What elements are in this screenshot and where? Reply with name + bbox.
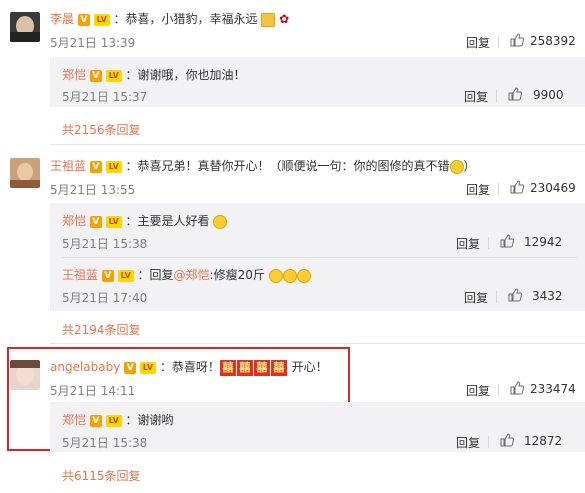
reply-author[interactable]: 郑恺: [62, 214, 86, 228]
reply-text: ：主要是人好看: [125, 214, 210, 228]
reply-author[interactable]: 王祖蓝: [62, 268, 98, 282]
reply-author[interactable]: 郑恺: [62, 68, 86, 82]
rose-icon: ✿: [279, 12, 290, 26]
like-count: 230469: [530, 181, 576, 195]
emoji-icon: [268, 268, 283, 283]
divider: [488, 436, 489, 448]
verified-badge-icon: V: [89, 69, 102, 82]
reply-time: 5月21日 15:38: [62, 237, 148, 251]
like-count: 12872: [524, 434, 563, 448]
reply-text-prefix: ：回复: [137, 268, 174, 282]
verified-badge-icon: V: [124, 361, 137, 374]
like-count: 3432: [532, 289, 563, 303]
reply-text: :修瘦20斤: [209, 268, 265, 282]
comment-text-end: ）: [463, 159, 476, 173]
avatar[interactable]: [10, 360, 40, 390]
thumb-up-icon[interactable]: [510, 381, 524, 395]
more-replies-link[interactable]: 共2156条回复: [62, 121, 141, 138]
comment-2-header: 王祖蓝 V LV ：恭喜兄弟！真替你开心！（顺便说一句：你的图修的真不错 ）: [50, 157, 476, 174]
verified-badge-icon: V: [89, 414, 102, 427]
emoji-icon: [296, 268, 311, 283]
mention-link[interactable]: @郑恺: [174, 268, 210, 282]
comment-text: ：恭喜兄弟！真替你开心！（顺便说一句：你的图修的真不错: [125, 159, 450, 173]
comment-text-end: 开心！: [287, 360, 328, 374]
reply-button[interactable]: 回复: [464, 88, 488, 105]
comment-3-header: angelababy V LV ：恭喜呀！囍囍囍囍 开心！: [50, 358, 328, 376]
more-replies-link[interactable]: 共2194条回复: [62, 321, 141, 338]
commenter-name[interactable]: angelababy: [50, 360, 120, 374]
thumb-up-icon[interactable]: [500, 433, 514, 447]
divider: [488, 237, 489, 249]
comment-text: ：恭喜，小猎豹，幸福永远: [113, 12, 258, 26]
comment-time: 5月21日 14:11: [50, 384, 136, 398]
verified-badge-icon: V: [101, 269, 114, 282]
reply-author[interactable]: 郑恺: [62, 413, 86, 427]
reply-text: ：谢谢哦，你也加油！: [125, 68, 246, 82]
level-badge-icon: LV: [117, 269, 134, 282]
reply-button[interactable]: 回复: [466, 181, 490, 198]
reply-text: ：谢谢哟: [125, 413, 174, 427]
comment-1-header: 李晨 V LV ：恭喜，小猎豹，幸福永远 ✿: [50, 10, 289, 27]
divider: [498, 183, 499, 195]
commenter-name[interactable]: 王祖蓝: [50, 159, 86, 173]
reply-time: 5月21日 15:38: [62, 436, 148, 450]
like-count: 233474: [530, 382, 576, 396]
xi-emoji-icon: 囍: [270, 359, 287, 376]
avatar[interactable]: [10, 12, 40, 42]
divider: [50, 144, 585, 145]
reply-button[interactable]: 回复: [466, 34, 490, 51]
level-badge-icon: LV: [105, 160, 122, 173]
like-count: 258392: [530, 34, 576, 48]
divider: [496, 90, 497, 102]
divider: [50, 343, 585, 344]
emoji-icon: [261, 12, 276, 27]
reply-1-header: 郑恺 V LV ：谢谢哟: [62, 411, 174, 428]
reply-2-header: 王祖蓝 V LV ：回复@郑恺:修瘦20斤: [62, 266, 311, 283]
reply-1-header: 郑恺 V LV ：主要是人好看: [62, 212, 228, 229]
thumb-up-icon[interactable]: [508, 87, 522, 101]
divider: [62, 257, 577, 258]
level-badge-icon: LV: [140, 361, 156, 374]
reply-button[interactable]: 回复: [456, 434, 480, 451]
reply-time: 5月21日 17:40: [62, 291, 148, 305]
emoji-icon: [449, 159, 464, 174]
reply-button[interactable]: 回复: [464, 289, 488, 306]
comment-text: ：恭喜呀！: [159, 360, 220, 374]
comment-time: 5月21日 13:39: [50, 36, 136, 50]
level-badge-icon: LV: [105, 69, 122, 82]
thumb-up-icon[interactable]: [508, 288, 522, 302]
like-count: 9900: [533, 88, 564, 102]
thumb-up-icon[interactable]: [500, 234, 514, 248]
reply-time: 5月21日 15:37: [62, 90, 148, 104]
avatar[interactable]: [10, 158, 40, 188]
reply-button[interactable]: 回复: [466, 382, 490, 399]
emoji-icon: [282, 268, 297, 283]
thumb-up-icon[interactable]: [510, 33, 524, 47]
xi-emoji-icon: 囍: [253, 359, 270, 376]
thumb-up-icon[interactable]: [510, 180, 524, 194]
level-badge-icon: LV: [105, 215, 122, 228]
verified-badge-icon: V: [77, 13, 90, 26]
xi-emoji-icon: 囍: [219, 359, 236, 376]
commenter-name[interactable]: 李晨: [50, 12, 74, 26]
level-badge-icon: LV: [93, 13, 110, 26]
xi-emoji-icon: 囍: [236, 359, 253, 376]
reply-button[interactable]: 回复: [456, 235, 480, 252]
reply-1-header: 郑恺 V LV ：谢谢哦，你也加油！: [62, 66, 246, 83]
verified-badge-icon: V: [89, 160, 102, 173]
divider: [496, 291, 497, 303]
level-badge-icon: LV: [105, 414, 122, 427]
emoji-icon: [213, 214, 228, 229]
comment-time: 5月21日 13:55: [50, 183, 136, 197]
like-count: 12942: [524, 235, 563, 249]
verified-badge-icon: V: [89, 215, 102, 228]
more-replies-link[interactable]: 共6115条回复: [62, 467, 141, 484]
divider: [498, 36, 499, 48]
divider: [498, 384, 499, 396]
